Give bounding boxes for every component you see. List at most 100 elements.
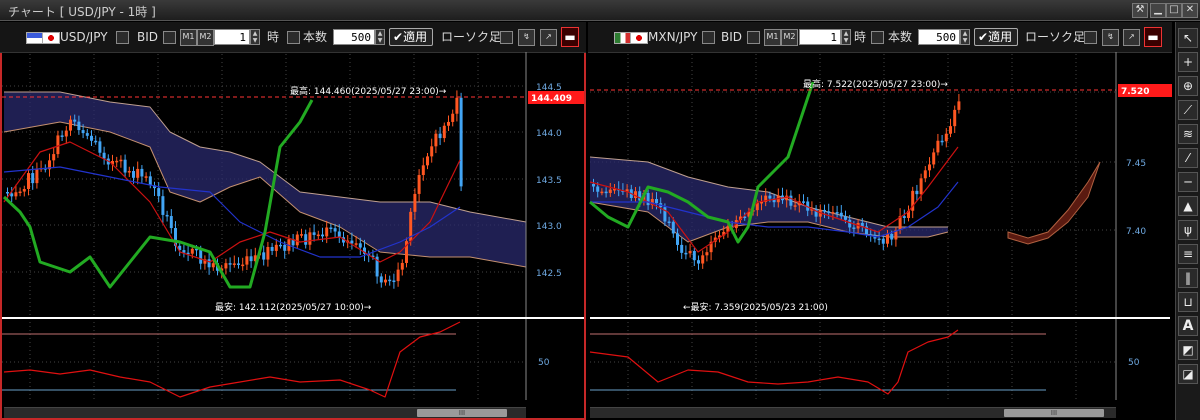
candle	[90, 135, 93, 141]
candle	[31, 173, 35, 184]
price-type-dropdown[interactable]	[747, 31, 760, 44]
candle	[936, 140, 940, 153]
apply-label: 適用	[403, 30, 428, 44]
candle	[224, 263, 228, 269]
m2-button[interactable]: M2	[781, 29, 798, 46]
candle	[688, 251, 692, 254]
pitchfork-icon[interactable]: ψ	[1178, 220, 1198, 240]
candle	[312, 232, 316, 235]
candle	[102, 152, 106, 159]
eraser-icon[interactable]: ◩	[1178, 340, 1198, 360]
candle	[384, 279, 387, 283]
channel-icon[interactable]: ≋	[1178, 124, 1198, 144]
candle	[789, 195, 793, 206]
m1-button[interactable]: M1	[764, 29, 781, 46]
chart-pane-mxnjpy[interactable]: MXN/JPY BID M1 M2 1 ▲ ▼ 時 本数 500 ▲ ▼ ✔適用 ロ…	[588, 22, 1172, 420]
candle	[60, 135, 64, 137]
candle	[919, 178, 923, 195]
grid-lines-icon[interactable]: ≡	[1178, 244, 1198, 264]
cursor-icon[interactable]: ↖	[1178, 28, 1198, 48]
hline-icon[interactable]: ─	[1178, 172, 1198, 192]
candle	[697, 260, 700, 264]
crosshair-icon[interactable]: +	[1178, 52, 1198, 72]
indicator-icon[interactable]: ↯	[518, 29, 535, 46]
candle	[852, 227, 856, 229]
candle	[35, 168, 39, 184]
scroll-thumb[interactable]: III	[1004, 409, 1104, 417]
interval-spinner[interactable]: ▲ ▼	[841, 29, 851, 45]
chart-type-dropdown[interactable]	[500, 31, 513, 44]
candle	[358, 243, 362, 248]
apply-button[interactable]: ✔適用	[389, 28, 433, 46]
symbol-select[interactable]: USD/JPY	[60, 29, 108, 45]
candle	[940, 140, 944, 143]
bar-count-input[interactable]: 500	[918, 29, 960, 45]
maximize-button[interactable]: □	[1166, 3, 1182, 18]
chart-scrollbar[interactable]: III	[4, 407, 526, 418]
chart-area[interactable]: 最高: 7.522(2025/05/27 23:00)→ ←最安: 7.359(2…	[588, 52, 1172, 420]
zoom-icon[interactable]: ⊕	[1178, 76, 1198, 96]
draw-tools-icon[interactable]: ↗	[1123, 29, 1140, 46]
pane-menu-button[interactable]: ▬	[1144, 27, 1162, 47]
interval-unit-label: 時	[267, 30, 280, 44]
y-tick-label: 7.45	[1126, 159, 1146, 169]
trend-icon[interactable]: ⟋	[1178, 100, 1198, 120]
chart-type-select[interactable]: ローソク足	[1025, 29, 1085, 45]
apply-button[interactable]: ✔適用	[974, 28, 1018, 46]
candle	[115, 160, 119, 163]
candle	[94, 140, 98, 143]
bell-icon[interactable]: ▲	[1178, 196, 1198, 216]
candle	[417, 175, 421, 194]
symbol-select[interactable]: MXN/JPY	[648, 29, 697, 45]
fib-icon[interactable]: ⁄	[1178, 148, 1198, 168]
candle	[705, 252, 709, 256]
candle	[430, 146, 434, 157]
symbol-dropdown[interactable]	[702, 31, 715, 44]
symbol-dropdown[interactable]	[116, 31, 129, 44]
bar-count-spinner[interactable]: ▲ ▼	[960, 29, 970, 45]
m2-button[interactable]: M2	[197, 29, 214, 46]
price-type-select[interactable]: BID	[721, 29, 742, 45]
candle	[655, 199, 658, 204]
interval-unit-dropdown[interactable]	[871, 31, 884, 44]
candle	[10, 193, 14, 197]
draw-tools-icon[interactable]: ↗	[540, 29, 557, 46]
erase-all-icon[interactable]: ◪	[1178, 364, 1198, 384]
y-tick-label: 144.0	[536, 129, 562, 139]
chart-type-dropdown[interactable]	[1084, 31, 1097, 44]
text-icon[interactable]: A	[1178, 316, 1198, 336]
chart-toolbar: USD/JPY BID M1 M2 1 ▲ ▼ 時 本数 500 ▲ ▼ ✔適用 ロ…	[0, 22, 586, 53]
vgrid-icon[interactable]: ‖	[1178, 268, 1198, 288]
price-type-select[interactable]: BID	[137, 29, 158, 45]
scroll-thumb[interactable]: III	[417, 409, 507, 417]
candle	[262, 252, 266, 260]
bar-count-input[interactable]: 500	[333, 29, 375, 45]
bar-count-spinner[interactable]: ▲ ▼	[375, 29, 385, 45]
chart-scrollbar[interactable]: III	[590, 407, 1116, 418]
pane-menu-button[interactable]: ▬	[561, 27, 579, 47]
measure-icon[interactable]: ⊔	[1178, 292, 1198, 312]
candle	[442, 125, 446, 139]
candle	[455, 97, 459, 114]
minimize-button[interactable]: ▁	[1150, 3, 1166, 18]
price-type-dropdown[interactable]	[163, 31, 176, 44]
chart-area[interactable]: 最高: 144.460(2025/05/27 23:00)→ 最安: 142.11…	[0, 52, 586, 420]
candle	[140, 168, 144, 177]
osc-tick-label: 50	[1128, 358, 1140, 368]
interval-spinner[interactable]: ▲ ▼	[250, 29, 260, 45]
candle	[928, 164, 931, 171]
chart-type-select[interactable]: ローソク足	[441, 29, 501, 45]
indicator-icon[interactable]: ↯	[1102, 29, 1119, 46]
m1-button[interactable]: M1	[180, 29, 197, 46]
candle	[823, 209, 826, 212]
interval-unit-dropdown[interactable]	[287, 31, 300, 44]
interval-input[interactable]: 1	[214, 29, 250, 45]
candle	[701, 255, 705, 264]
close-button[interactable]: ✕	[1182, 3, 1198, 18]
settings-icon[interactable]: ⚒	[1132, 3, 1148, 18]
rsi-line	[3, 321, 461, 398]
candle	[608, 189, 612, 193]
candle	[283, 244, 287, 251]
interval-input[interactable]: 1	[799, 29, 841, 45]
chart-pane-usdjpy[interactable]: USD/JPY BID M1 M2 1 ▲ ▼ 時 本数 500 ▲ ▼ ✔適用 ロ…	[0, 22, 586, 420]
